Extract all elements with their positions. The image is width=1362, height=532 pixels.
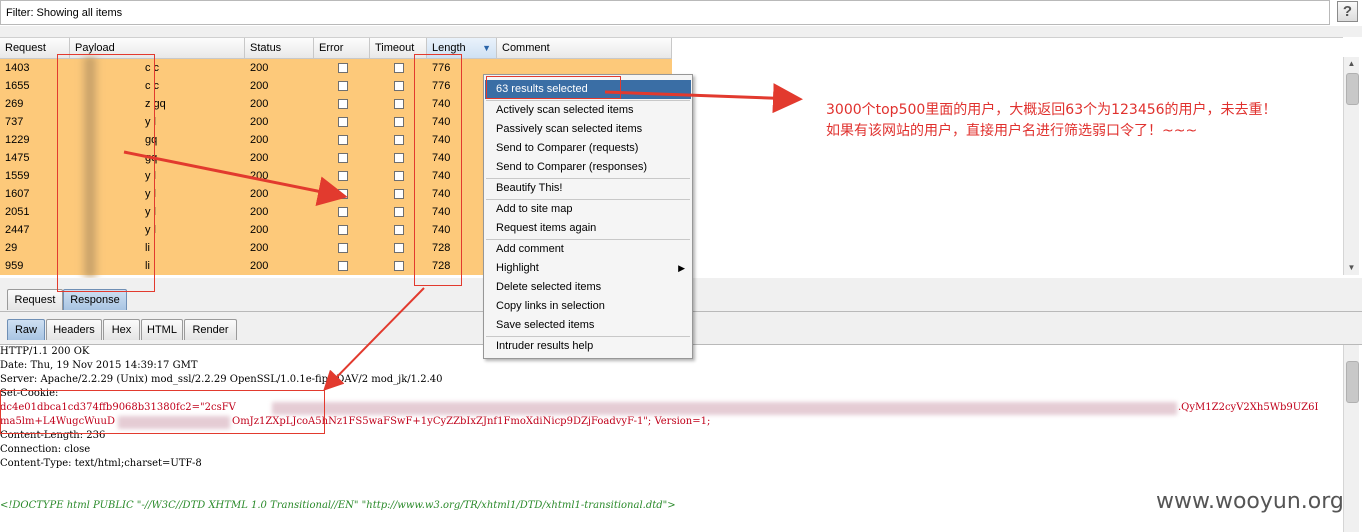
annotation-arrows bbox=[123, 83, 803, 391]
arrow-to-checkbox bbox=[123, 150, 348, 206]
watermark: www.wooyun.org bbox=[1156, 489, 1344, 514]
arrow-to-note bbox=[604, 83, 803, 114]
arrow-to-cookie bbox=[323, 287, 425, 391]
